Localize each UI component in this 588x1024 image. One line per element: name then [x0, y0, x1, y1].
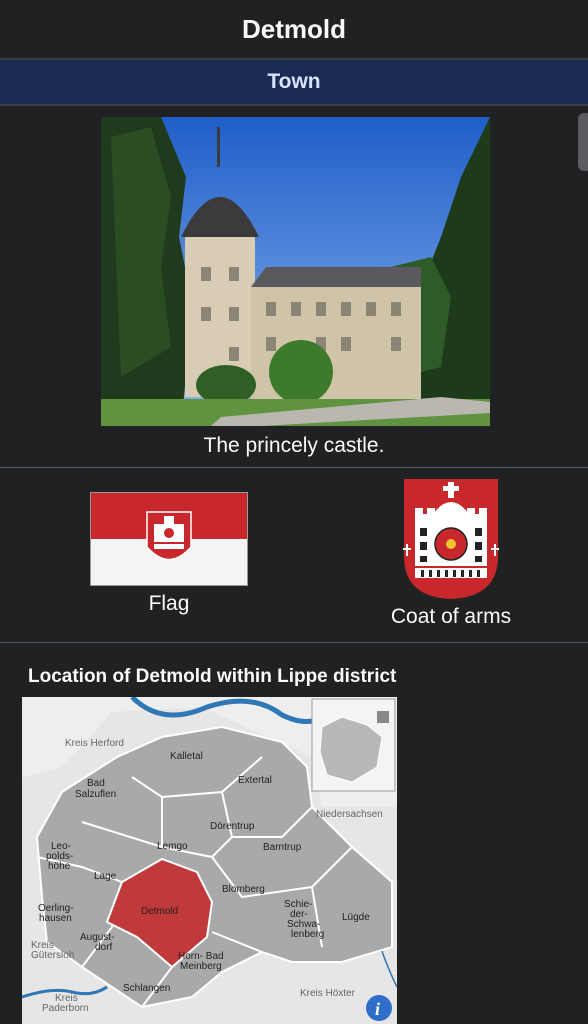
map-label: Gütersloh [31, 950, 74, 961]
map-label: Kreis Herford [65, 738, 124, 749]
map-label: Dörentrup [210, 821, 255, 832]
map-label: Meinberg [180, 961, 222, 972]
map-label: höhe [48, 861, 71, 872]
map-label: dorf [95, 942, 112, 953]
location-map[interactable]: Kreis Herford Kalletal Bad Salzuflen Ext… [22, 697, 397, 1024]
map-label: hausen [39, 913, 72, 924]
photo-caption: The princely castle. [203, 434, 385, 457]
map-label: Detmold [141, 906, 178, 917]
map-label: Lügde [342, 912, 370, 923]
flag-image[interactable] [90, 492, 248, 586]
scroll-handle[interactable] [578, 113, 588, 171]
location-map-image: Kreis Herford Kalletal Bad Salzuflen Ext… [22, 697, 397, 1024]
map-label: Schlangen [123, 983, 170, 994]
divider [0, 642, 588, 643]
map-label: lenberg [291, 929, 324, 940]
divider [0, 467, 588, 468]
map-label: Paderborn [42, 1003, 89, 1014]
info-icon[interactable]: i [366, 995, 392, 1021]
map-label: Lemgo [157, 841, 188, 852]
map-label: Kreis Höxter [300, 988, 356, 999]
map-label: Niedersachsen [316, 809, 383, 820]
map-label: Lage [94, 871, 117, 882]
castle-photo-image [101, 117, 490, 426]
flag-label: Flag [148, 592, 190, 615]
castle-photo[interactable] [101, 117, 490, 426]
map-label: Extertal [238, 775, 272, 786]
map-label: Kalletal [170, 751, 203, 762]
map-title: Location of Detmold within Lippe distric… [28, 666, 397, 687]
coat-of-arms-label: Coat of arms [390, 605, 512, 628]
type-label: Town [0, 60, 588, 106]
map-label: Salzuflen [75, 789, 116, 800]
coat-of-arms-image[interactable] [401, 476, 501, 602]
svg-text:i: i [375, 999, 380, 1019]
map-label: Blomberg [222, 884, 265, 895]
map-label: Bad [87, 778, 105, 789]
map-label: Barntrup [263, 842, 302, 853]
page-title: Detmold [0, 0, 588, 60]
